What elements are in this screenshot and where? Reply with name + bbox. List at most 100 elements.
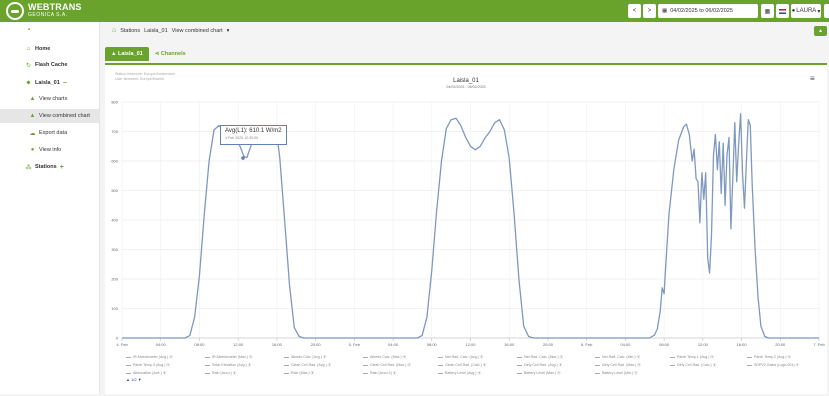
tab-station[interactable]: ▲ Laisla_01 (105, 47, 149, 61)
legend-label: IR Albedometer (Max.) ⦿ (212, 355, 253, 359)
legend-item[interactable]: Net Rad. Calc. (Min.) ⦿ (595, 355, 640, 360)
chart-options-button[interactable]: ▲ (814, 26, 827, 36)
sidebar-collapse-toggle[interactable]: ▪ (28, 27, 30, 33)
sidebar-item-label: Home (35, 46, 51, 52)
legend-item[interactable]: Albedo Calc. (Avg.) ⦿ (284, 355, 327, 360)
legend-item[interactable]: Clean Cell Rad. (Avg.) ⦿ (284, 363, 331, 368)
x-tick-label: 20:00 (775, 342, 786, 347)
legend-label: Net Rad. Calc. (Max.) ⦿ (524, 355, 564, 359)
x-tick-label: 08:00 (659, 342, 670, 347)
legend-item[interactable]: SDPV2 Gains (Logo.001) ⦿ (747, 363, 799, 368)
collapse-icon[interactable]: − (63, 80, 67, 87)
legend-swatch (517, 364, 522, 366)
sidebar-item-home[interactable]: ⌂ Home (0, 42, 100, 56)
legend-item[interactable]: Rain (Max.) ⦿ (284, 371, 314, 376)
sidebar-item-label: View combined chart (39, 113, 90, 119)
next-period-button[interactable]: > (643, 4, 656, 18)
legend-item[interactable]: Rain (Accu.2) ⦿ (363, 371, 396, 376)
chart-icon: ▲ (29, 113, 36, 119)
legend-item[interactable]: Solar Elevation (Avg.) ⦿ (205, 363, 251, 368)
sidebar-item-label: Flash Cache (35, 62, 68, 68)
line-chart[interactable]: 0 100 200 300 400 500 600 700 800 4. Feb 04:00 08:0… (105, 65, 827, 396)
sidebar-item-flash-cache[interactable]: ↻ Flash Cache (0, 58, 100, 72)
date-range-field[interactable]: ▦ 04/02/2025 to 06/02/2025 (658, 4, 758, 18)
tooltip-time: 4 Feb 2025 12:30:00 (225, 136, 259, 140)
legend-item[interactable]: Dirty Cell Rad. (Avg.) ⦿ (517, 363, 562, 368)
home-icon[interactable]: ⌂ (112, 27, 116, 34)
legend-item[interactable]: IR Albedometer (Avg.) ⦿ (126, 355, 173, 360)
calendar-icon: ▦ (764, 8, 771, 15)
legend-item[interactable]: Dirty Cell Rad. (Calc.) ⦿ (670, 363, 716, 368)
sidebar-item-station[interactable]: ⬥ Laisla_01 − (0, 76, 100, 90)
user-menu-button[interactable]: ● LAURA ▾ (791, 4, 821, 18)
legend-item[interactable]: Battery Level (Min.) ⦿ (595, 371, 638, 376)
breadcrumb-current[interactable]: View combined chart (172, 28, 223, 34)
legend-label: Clean Cell Rad. (Max.) ⦿ (370, 363, 411, 367)
sidebar-item-view-charts[interactable]: ▲ View charts (0, 92, 100, 106)
chart-tabs: ▲ Laisla_01 ⋖ Channels (105, 45, 192, 63)
add-icon[interactable]: + (60, 164, 64, 171)
legend-pager[interactable]: ▲ 1/2 ▼ (126, 377, 142, 382)
x-tick-label: 04:00 (388, 342, 399, 347)
x-tick-label: 16:00 (737, 342, 748, 347)
logo-icon (6, 2, 24, 20)
legend-item[interactable]: Battery Level (Avg.) ⦿ (438, 371, 481, 376)
overflow-button[interactable] (824, 4, 829, 18)
legend-item[interactable]: Net Rad. Calc. (Max.) ⦿ (517, 355, 563, 360)
tooltip-value: Avg(L1): 610.1 W/m2 (225, 128, 282, 134)
sidebar-item-stations[interactable]: ⁂ Stations + (0, 160, 100, 174)
legend-swatch (126, 364, 131, 366)
map-marker-icon: ⬥ (26, 79, 31, 86)
legend-swatch (284, 356, 289, 358)
x-tick-label: 04:00 (620, 342, 631, 347)
refresh-icon: ↻ (25, 62, 32, 69)
tab-channels[interactable]: ⋖ Channels (149, 47, 192, 61)
legend-label: Dirty Cell Rad. (Avg.) ⦿ (524, 363, 563, 367)
legend-swatch (284, 364, 289, 366)
language-flag-button[interactable] (776, 4, 789, 18)
legend-label: Battery Level (Avg.) ⦿ (445, 371, 482, 375)
legend-label: Battery Level (Min.) ⦿ (602, 371, 638, 375)
legend-label: Panel Temp.1 (Avg.) ⦿ (677, 355, 715, 359)
x-tick-label: 16:00 (504, 342, 515, 347)
legend-label: Net Rad. Calc. (Avg.) ⦿ (445, 355, 484, 359)
legend-item[interactable]: Panel Temp.2 (Avg.) ⦿ (747, 355, 791, 360)
legend-label: Rain (Accu.2) ⦿ (370, 371, 397, 375)
x-tick-label: 20:00 (543, 342, 554, 347)
prev-period-button[interactable]: < (628, 4, 641, 18)
sidebar-item-export-data[interactable]: ☁ Export data (0, 126, 100, 140)
sidebar-item-view-combined-chart[interactable]: ▲ View combined chart (0, 109, 100, 123)
home-icon: ⌂ (26, 46, 31, 52)
tab-channels-label: Channels (160, 51, 186, 57)
legend-item[interactable]: Clean Cell Rad. (Calc.) ⦿ (438, 363, 486, 368)
legend-item[interactable]: Dirty Cell Rad. (Max.) ⦿ (595, 363, 641, 368)
calendar-button[interactable]: ▦ (761, 4, 774, 18)
legend-swatch (284, 372, 289, 374)
legend-swatch (438, 364, 443, 366)
legend-item[interactable]: Battery Level (Max.) ⦿ (517, 371, 561, 376)
legend-swatch (438, 356, 443, 358)
cloud-download-icon: ☁ (29, 130, 36, 137)
legend-item[interactable]: Panel Temp.3 (Avg.) ⦿ (126, 363, 170, 368)
legend-item[interactable]: Albedo Calc. (Max.) ⦿ (363, 355, 406, 360)
sidebar-item-view-info[interactable]: ● View info (0, 143, 100, 157)
brand-logo[interactable]: WEBTRANS GEONICA S.A. (6, 2, 82, 20)
legend-item[interactable]: Panel Temp.1 (Avg.) ⦿ (670, 355, 714, 360)
legend-item[interactable]: Clean Cell Rad. (Max.) ⦿ (363, 363, 411, 368)
legend-label: Attenuation (Ave.) ⦿ (133, 371, 167, 375)
legend-label: Solar Elevation (Avg.) ⦿ (212, 363, 252, 367)
legend-item[interactable]: Rain (Accu.) ⦿ (205, 371, 236, 376)
chart-icon: ▲ (29, 96, 36, 102)
y-tick-label: 200 (111, 277, 118, 282)
legend-item[interactable]: IR Albedometer (Max.) ⦿ (205, 355, 253, 360)
legend-swatch (670, 356, 675, 358)
legend-label: IR Albedometer (Avg.) ⦿ (133, 355, 173, 359)
legend-item[interactable]: Attenuation (Ave.) ⦿ (126, 371, 166, 376)
breadcrumb-station[interactable]: Laisla_01 (144, 28, 168, 34)
breadcrumb-stations[interactable]: Stations (120, 28, 140, 34)
x-tick-label: 08:00 (194, 342, 205, 347)
legend-swatch (595, 372, 600, 374)
legend-item[interactable]: Net Rad. Calc. (Avg.) ⦿ (438, 355, 483, 360)
legend-label: Battery Level (Max.) ⦿ (524, 371, 561, 375)
y-tick-label: 0 (116, 336, 119, 341)
